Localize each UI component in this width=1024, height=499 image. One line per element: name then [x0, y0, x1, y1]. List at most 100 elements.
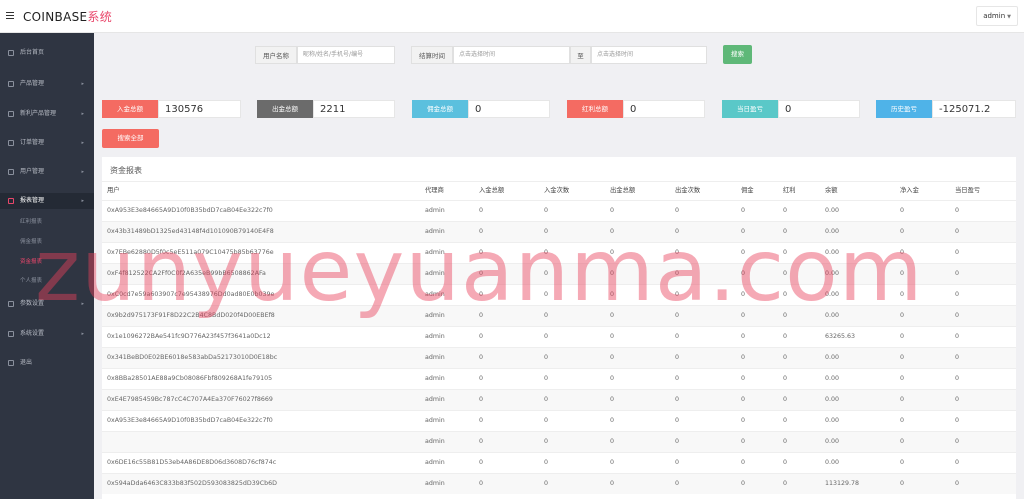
table-row: 0x7EBe62880D5f0c5eE511a079C10475b85b6377… — [102, 242, 1016, 263]
brand-main: COINBASE — [23, 10, 88, 24]
table-cell: 63265.63 — [825, 333, 856, 340]
table-cell: 0.00 — [825, 312, 840, 319]
start-time-input[interactable]: 点击选择时间 — [453, 46, 570, 64]
table-cell: 0 — [479, 249, 484, 256]
table-cell: 0 — [544, 291, 549, 298]
table-cell: 0 — [783, 459, 788, 466]
table-cell: 0 — [610, 333, 615, 340]
chevron-right-icon: ▸ — [81, 301, 84, 307]
table-cell: 0 — [741, 480, 746, 487]
table-row: 0x594aDda6463C833b83f502D593083825dD39Cb… — [102, 473, 1016, 494]
table-cell: 0 — [544, 459, 549, 466]
table-cell: 0 — [955, 417, 960, 424]
table-cell: 0x9b2d975173F91F8D22C2B4C8BdD020f4D00EBE… — [107, 312, 275, 319]
table-cell: 0 — [783, 417, 788, 424]
table-cell: 0 — [675, 312, 680, 319]
table-row: 0xA953E3e84665A9D10f0B35bdD7caB04Ee322c7… — [102, 200, 1016, 221]
table-cell: admin — [425, 459, 445, 466]
column-header: 代理商 — [425, 187, 444, 194]
sidebar-item-home[interactable]: 后台首页 — [0, 45, 94, 61]
sidebar-item-label: 后台首页 — [20, 49, 45, 56]
table-cell: 0 — [900, 228, 905, 235]
sidebar-item-reports[interactable]: 报表管理 ▸ — [0, 193, 94, 209]
table-row: 0x341BeBD0E02BE6018e583abDa52173010D0E18… — [102, 347, 1016, 368]
table-cell: 0 — [741, 396, 746, 403]
table-cell: 0 — [900, 438, 905, 445]
user-icon — [8, 169, 14, 175]
sidebar-subitem-bonus-report[interactable]: 红利报表 — [0, 214, 94, 230]
sidebar-item-orders[interactable]: 订单管理 ▸ — [0, 135, 94, 151]
table-cell: 0 — [675, 207, 680, 214]
table-cell: 0 — [610, 291, 615, 298]
table-cell: 0.00 — [825, 249, 840, 256]
table-cell: 0 — [610, 249, 615, 256]
user-search-input[interactable]: 昵称/姓名/手机号/编号 — [297, 46, 395, 64]
table-cell: 0 — [479, 207, 484, 214]
table-cell: 0 — [544, 396, 549, 403]
table-cell: 0 — [741, 459, 746, 466]
user-menu[interactable]: admin ▼ — [976, 6, 1018, 26]
sidebar-item-products[interactable]: 产品管理 ▸ — [0, 76, 94, 92]
table-cell: admin — [425, 312, 445, 319]
sidebar-subitem-personal-report[interactable]: 个人报表 — [0, 273, 94, 289]
sidebar-item-system[interactable]: 系统设置 ▸ — [0, 326, 94, 342]
gear-icon — [8, 331, 14, 337]
sidebar-item-label: 产品管理 — [20, 80, 45, 87]
table-cell: 0 — [900, 480, 905, 487]
table-cell: 0 — [783, 270, 788, 277]
sidebar-item-users[interactable]: 用户管理 ▸ — [0, 164, 94, 180]
table-cell: 0 — [783, 375, 788, 382]
sidebar-subitem-funds-report[interactable]: 资金报表 — [0, 254, 94, 270]
sidebar-item-new-products[interactable]: 新利产品管理 ▸ — [0, 106, 94, 122]
stat-label-deposit-total: 入金总额 — [102, 100, 158, 118]
table-cell: 0 — [783, 207, 788, 214]
menu-toggle-icon[interactable] — [6, 12, 14, 20]
table-cell: 0 — [479, 480, 484, 487]
table-cell: 0 — [900, 375, 905, 382]
table-cell: 0xA953E3e84665A9D10f0B35bdD7caB04Ee322c7… — [107, 417, 273, 424]
user-name-label: 用户名称 — [255, 46, 297, 64]
table-cell: 0 — [610, 312, 615, 319]
report-icon — [8, 198, 14, 204]
table-cell: 0 — [900, 312, 905, 319]
sidebar-item-params[interactable]: 参数设置 ▸ — [0, 296, 94, 312]
panel-title: 资金报表 — [110, 166, 142, 175]
end-time-input[interactable]: 点击选择时间 — [591, 46, 707, 64]
search-button[interactable]: 搜索 — [723, 45, 752, 64]
search-all-button[interactable]: 搜索全部 — [102, 129, 159, 148]
table-cell: admin — [425, 270, 445, 277]
sidebar-subitem-commission-report[interactable]: 佣金报表 — [0, 234, 94, 250]
table-cell: 0 — [610, 270, 615, 277]
table-cell: 0 — [900, 417, 905, 424]
table-cell: admin — [425, 291, 445, 298]
to-label: 至 — [570, 46, 591, 64]
table-cell: 0 — [741, 207, 746, 214]
table-cell: 0 — [675, 417, 680, 424]
column-header: 用户 — [107, 187, 120, 194]
top-bar: COINBASE系统 admin ▼ — [0, 0, 1024, 33]
table-header: 用户 代理商 入金总额 入金次数 出金总额 出金次数 佣金 红利 余额 净入金 当日盈亏 — [102, 182, 1016, 200]
table-row: 0xC0cd7e59a603907c7e95438976Dd0ad80E0b03… — [102, 284, 1016, 305]
chevron-right-icon: ▸ — [81, 111, 84, 117]
table-cell: 0 — [783, 249, 788, 256]
table-cell: 0 — [479, 312, 484, 319]
table-cell: 0x6DE16c55B81D53eb4A86DE8D06d3608D76cf87… — [107, 459, 277, 466]
chevron-right-icon: ▸ — [81, 81, 84, 87]
settings-icon — [8, 301, 14, 307]
table-cell: 0 — [610, 459, 615, 466]
sidebar-item-label: 订单管理 — [20, 139, 45, 146]
column-header: 佣金 — [741, 187, 754, 194]
column-header: 当日盈亏 — [955, 187, 981, 194]
table-cell: admin — [425, 480, 445, 487]
table-cell: 0 — [741, 375, 746, 382]
table-cell: 0.00 — [825, 438, 840, 445]
table-cell: admin — [425, 207, 445, 214]
table-cell: 0 — [479, 417, 484, 424]
table-cell: 0 — [544, 354, 549, 361]
sidebar-item-logout[interactable]: 退出 — [0, 355, 94, 371]
table-cell: 0 — [900, 459, 905, 466]
table-cell: 0 — [544, 375, 549, 382]
table-cell: 0 — [955, 438, 960, 445]
stat-label-daily-pnl: 当日盈亏 — [722, 100, 778, 118]
table-cell: 0x1e1096272BAe541fc9D776A23f457f3641a0Dc… — [107, 333, 271, 340]
